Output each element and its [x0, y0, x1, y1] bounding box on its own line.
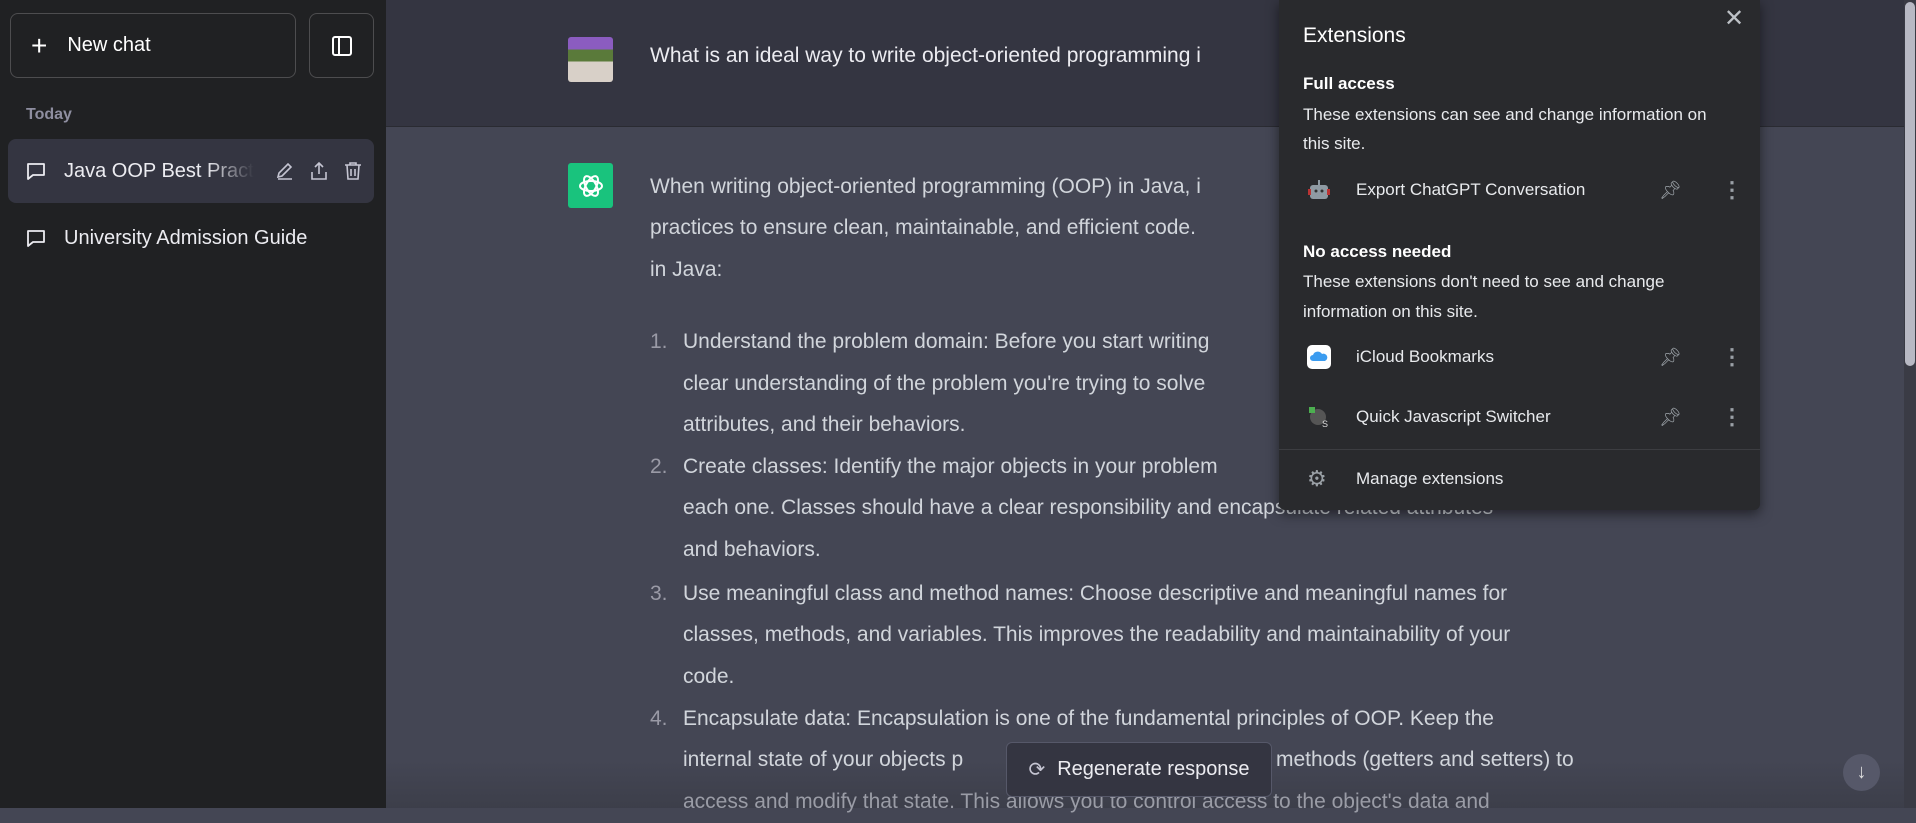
list-line: internal state of your objects p: [683, 748, 964, 771]
gear-icon: ⚙: [1307, 466, 1327, 491]
pin-icon[interactable]: 📌︎: [1659, 180, 1682, 201]
assistant-paragraph-line: practices to ensure clean, maintainable,…: [650, 216, 1196, 239]
list-number: 3.: [650, 582, 668, 605]
toggle-sidebar-button[interactable]: [309, 13, 374, 78]
list-line: and behaviors.: [683, 538, 821, 561]
full-access-heading: Full access: [1303, 74, 1395, 93]
popup-title: Extensions: [1303, 24, 1406, 47]
pin-icon[interactable]: 📌︎: [1659, 347, 1682, 368]
divider: [1279, 449, 1760, 450]
chat-item-java-oop[interactable]: Java OOP Best Practi: [8, 139, 374, 203]
svg-text:S: S: [1322, 419, 1328, 429]
list-line: Understand the problem domain: Before yo…: [683, 330, 1210, 353]
chatgpt-logo-icon: [568, 163, 613, 208]
list-line: clear understanding of the problem you'r…: [683, 372, 1206, 395]
js-switcher-icon: S: [1309, 407, 1328, 429]
list-line: code.: [683, 665, 735, 688]
scrollbar-thumb[interactable]: [1905, 2, 1915, 366]
new-chat-button[interactable]: + New chat: [10, 13, 296, 78]
refresh-icon: ⟳: [1028, 759, 1046, 781]
list-line: methods (getters and setters) to: [1276, 748, 1574, 771]
list-line: Encapsulate data: Encapsulation is one o…: [683, 707, 1494, 730]
extension-name: Quick Javascript Switcher: [1356, 407, 1551, 426]
more-options-icon[interactable]: ⋮: [1721, 344, 1743, 370]
section-label-today: Today: [26, 106, 72, 123]
assistant-paragraph-line: in Java:: [650, 258, 723, 281]
chat-item-label: Java OOP Best Practi: [64, 159, 254, 182]
new-chat-label: New chat: [67, 34, 151, 56]
full-access-desc: These extensions can see and change info…: [1303, 105, 1707, 124]
chat-item-label: University Admission Guide: [64, 226, 308, 249]
list-line: Use meaningful class and method names: C…: [683, 582, 1508, 605]
icloud-icon: [1307, 345, 1331, 369]
pin-icon[interactable]: 📌︎: [1659, 407, 1682, 428]
user-message: What is an ideal way to write object-ori…: [650, 44, 1201, 67]
more-options-icon[interactable]: ⋮: [1721, 177, 1743, 203]
manage-extensions-label: Manage extensions: [1356, 469, 1504, 488]
extension-name: iCloud Bookmarks: [1356, 347, 1494, 366]
list-line: attributes, and their behaviors.: [683, 413, 966, 436]
extension-item-export-chatgpt[interactable]: Export ChatGPT Conversation 📌︎ ⋮: [1279, 165, 1760, 215]
extension-item-icloud-bookmarks[interactable]: iCloud Bookmarks 📌︎ ⋮: [1279, 332, 1760, 382]
assistant-paragraph-line: When writing object-oriented programming…: [650, 175, 1201, 198]
robot-icon: [1308, 180, 1330, 199]
manage-extensions-button[interactable]: ⚙ Manage extensions: [1279, 454, 1760, 504]
chat-bubble-icon: [27, 230, 45, 247]
regenerate-label: Regenerate response: [1057, 758, 1250, 780]
full-access-desc: this site.: [1303, 134, 1366, 153]
extensions-popup: Extensions ✕ Full access These extension…: [1279, 0, 1760, 510]
arrow-down-icon: ↓: [1856, 761, 1867, 783]
chat-item-university[interactable]: University Admission Guide: [8, 206, 374, 270]
close-icon[interactable]: ✕: [1724, 4, 1744, 33]
sidebar: + New chat Today Java OOP Best Practi Un…: [0, 0, 386, 808]
list-line: classes, methods, and variables. This im…: [683, 623, 1511, 646]
more-options-icon[interactable]: ⋮: [1721, 404, 1743, 430]
edit-icon[interactable]: [274, 160, 296, 182]
scroll-to-bottom-button[interactable]: ↓: [1843, 754, 1880, 791]
no-access-desc: information on this site.: [1303, 302, 1478, 321]
plus-icon: +: [31, 29, 48, 61]
list-number: 1.: [650, 330, 668, 353]
sidebar-icon: [331, 35, 352, 56]
list-number: 4.: [650, 707, 668, 730]
share-icon[interactable]: [308, 160, 330, 182]
user-avatar: [568, 37, 613, 82]
extension-name: Export ChatGPT Conversation: [1356, 180, 1586, 199]
no-access-desc: These extensions don't need to see and c…: [1303, 272, 1665, 291]
list-line: Create classes: Identify the major objec…: [683, 455, 1218, 478]
regenerate-response-button[interactable]: ⟳ Regenerate response: [1006, 742, 1272, 797]
extension-item-quick-javascript-switcher[interactable]: S Quick Javascript Switcher 📌︎ ⋮: [1279, 392, 1760, 442]
no-access-heading: No access needed: [1303, 242, 1452, 261]
chat-bubble-icon: [27, 163, 45, 180]
list-number: 2.: [650, 455, 668, 478]
delete-icon[interactable]: [342, 160, 364, 182]
